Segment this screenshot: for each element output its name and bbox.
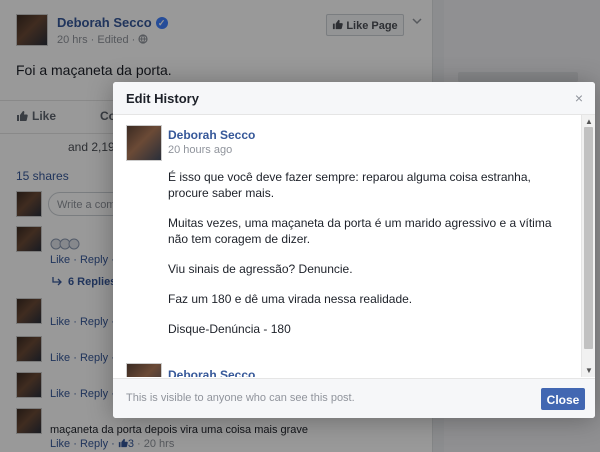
scrollbar-thumb[interactable] bbox=[584, 127, 593, 349]
close-button[interactable]: Close bbox=[541, 388, 585, 410]
dialog-title: Edit History bbox=[126, 91, 199, 106]
close-icon[interactable]: × bbox=[575, 90, 583, 106]
scroll-down-icon[interactable]: ▼ bbox=[585, 366, 593, 375]
scroll-up-icon[interactable]: ▲ bbox=[585, 117, 593, 126]
dialog-body: Deborah Secco 20 hours ago É isso que vo… bbox=[113, 115, 595, 377]
dialog-footer: This is visible to anyone who can see th… bbox=[113, 378, 595, 418]
entry-author[interactable]: Deborah Secco bbox=[168, 368, 255, 377]
entry-text: É isso que você deve fazer sempre: repar… bbox=[168, 170, 552, 336]
entry-author[interactable]: Deborah Secco bbox=[168, 128, 255, 142]
dialog-header: Edit History × bbox=[113, 82, 595, 115]
dialog-scrollbar[interactable]: ▲ ▼ bbox=[581, 115, 595, 377]
entry-time: 20 hours ago bbox=[168, 144, 233, 156]
visibility-note: This is visible to anyone who can see th… bbox=[126, 392, 355, 404]
author-avatar[interactable] bbox=[126, 363, 162, 377]
author-avatar[interactable] bbox=[126, 125, 162, 161]
edit-history-dialog: Edit History × Deborah Secco 20 hours ag… bbox=[113, 82, 595, 418]
